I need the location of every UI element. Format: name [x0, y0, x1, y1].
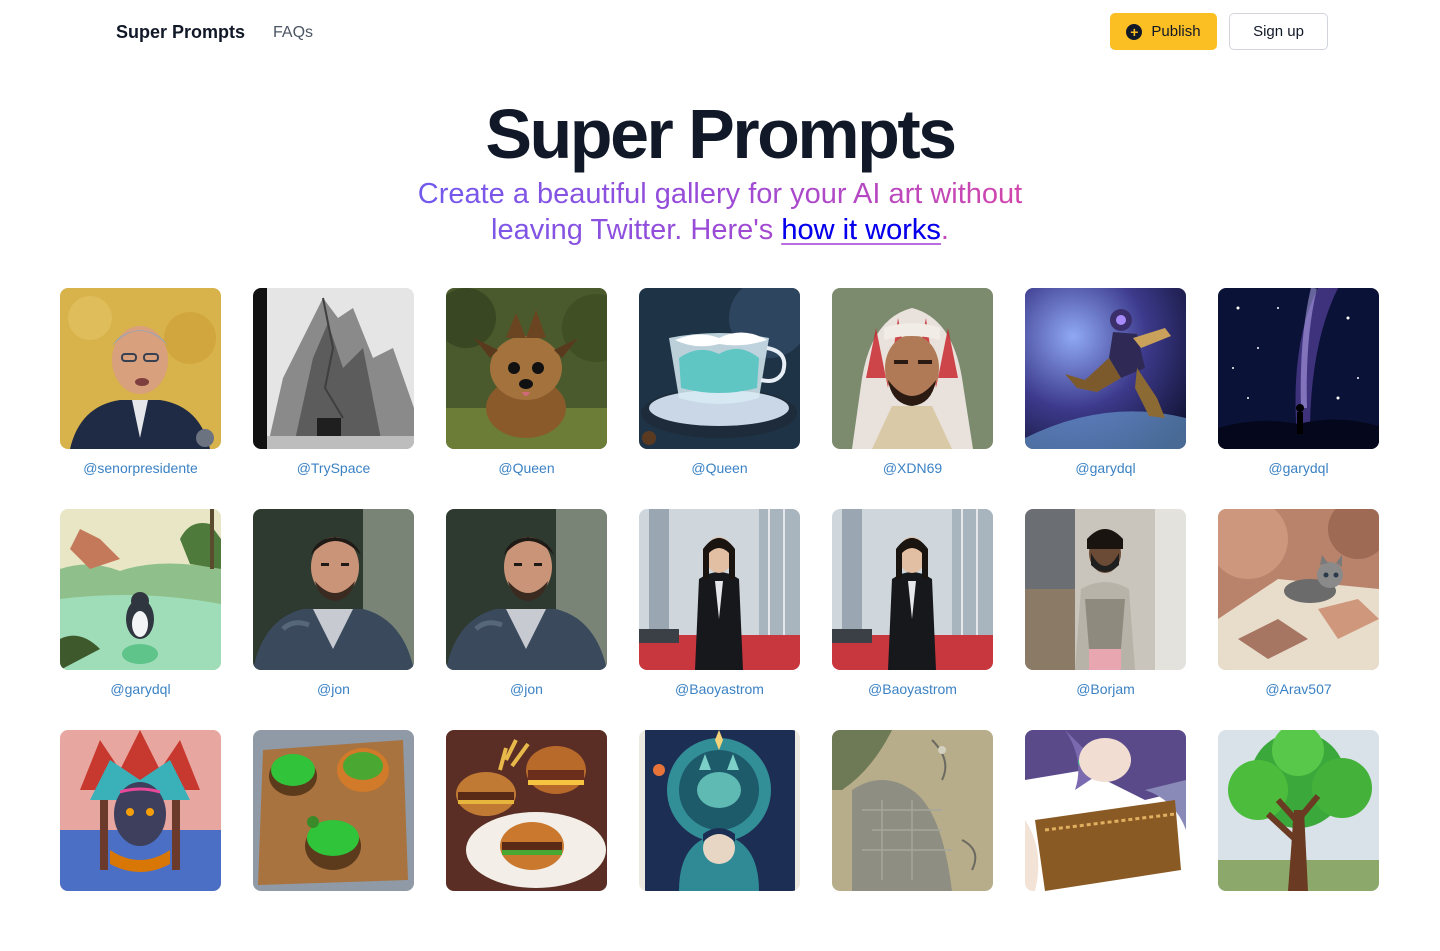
- sign-up-button[interactable]: Sign up: [1229, 13, 1328, 50]
- gallery-item[interactable]: @Queen: [446, 288, 607, 509]
- gallery-image[interactable]: [1218, 509, 1379, 670]
- publish-label: Publish: [1151, 23, 1201, 40]
- gallery-item[interactable]: [253, 730, 414, 951]
- page-title: Super Prompts: [485, 95, 957, 173]
- gallery-grid: @senorpresidente @TrySpace @Queen @Queen…: [60, 288, 1380, 951]
- author-handle[interactable]: @jon: [446, 681, 607, 697]
- author-handle[interactable]: @senorpresidente: [60, 460, 221, 476]
- gallery-image[interactable]: [60, 509, 221, 670]
- author-handle[interactable]: @Baoyastrom: [639, 681, 800, 697]
- gallery-image[interactable]: [446, 288, 607, 449]
- gallery-image[interactable]: [446, 730, 607, 891]
- how-it-works-link[interactable]: how it works: [781, 214, 941, 246]
- author-handle[interactable]: @Queen: [446, 460, 607, 476]
- gallery-image[interactable]: [832, 730, 993, 891]
- gallery-item[interactable]: @Baoyastrom: [832, 509, 993, 730]
- gallery-image[interactable]: [446, 509, 607, 670]
- faqs-link[interactable]: FAQs: [273, 24, 313, 42]
- gallery-image[interactable]: [1218, 288, 1379, 449]
- author-handle[interactable]: @XDN69: [832, 460, 993, 476]
- gallery-image[interactable]: [639, 288, 800, 449]
- gallery-image[interactable]: [60, 730, 221, 891]
- gallery-item[interactable]: @garydql: [1025, 288, 1186, 509]
- gallery-image[interactable]: [1025, 288, 1186, 449]
- author-handle[interactable]: @garydql: [1025, 460, 1186, 476]
- gallery-image[interactable]: [639, 509, 800, 670]
- gallery-image[interactable]: [253, 730, 414, 891]
- author-handle[interactable]: @garydql: [1218, 460, 1379, 476]
- subtitle-end: .: [940, 214, 949, 246]
- publish-button[interactable]: + Publish: [1110, 13, 1217, 50]
- author-handle[interactable]: @Arav507: [1218, 681, 1379, 697]
- gallery-item[interactable]: [639, 730, 800, 951]
- author-handle[interactable]: @Queen: [639, 460, 800, 476]
- gallery-item[interactable]: [832, 730, 993, 951]
- author-handle[interactable]: @jon: [253, 681, 414, 697]
- gallery-image[interactable]: [639, 730, 800, 891]
- gallery-image[interactable]: [253, 509, 414, 670]
- gallery-image[interactable]: [60, 288, 221, 449]
- gallery-item[interactable]: @Arav507: [1218, 509, 1379, 730]
- gallery-item[interactable]: [60, 730, 221, 951]
- gallery-item[interactable]: @XDN69: [832, 288, 993, 509]
- brand-link[interactable]: Super Prompts: [116, 22, 245, 43]
- gallery-item[interactable]: @garydql: [60, 509, 221, 730]
- gallery-image[interactable]: [832, 288, 993, 449]
- gallery-item[interactable]: @Borjam: [1025, 509, 1186, 730]
- gallery-item[interactable]: @garydql: [1218, 288, 1379, 509]
- author-handle[interactable]: @Baoyastrom: [832, 681, 993, 697]
- author-handle[interactable]: @Borjam: [1025, 681, 1186, 697]
- top-nav: Super Prompts FAQs + Publish Sign up: [0, 0, 1440, 66]
- gallery-item[interactable]: [1025, 730, 1186, 951]
- hero-subtitle: Create a beautiful gallery for your AI a…: [380, 176, 1060, 248]
- gallery-item[interactable]: @senorpresidente: [60, 288, 221, 509]
- author-handle[interactable]: @TrySpace: [253, 460, 414, 476]
- gallery-item[interactable]: [1218, 730, 1379, 951]
- gallery-image[interactable]: [1025, 730, 1186, 891]
- gallery-image[interactable]: [253, 288, 414, 449]
- gallery-item[interactable]: @Queen: [639, 288, 800, 509]
- gallery-image[interactable]: [832, 509, 993, 670]
- gallery-image[interactable]: [1218, 730, 1379, 891]
- gallery-item[interactable]: @jon: [446, 509, 607, 730]
- gallery-item[interactable]: @Baoyastrom: [639, 509, 800, 730]
- plus-circle-icon: +: [1126, 23, 1143, 40]
- gallery-item[interactable]: @TrySpace: [253, 288, 414, 509]
- gallery-item[interactable]: [446, 730, 607, 951]
- author-handle[interactable]: @garydql: [60, 681, 221, 697]
- gallery-item[interactable]: @jon: [253, 509, 414, 730]
- gallery-image[interactable]: [1025, 509, 1186, 670]
